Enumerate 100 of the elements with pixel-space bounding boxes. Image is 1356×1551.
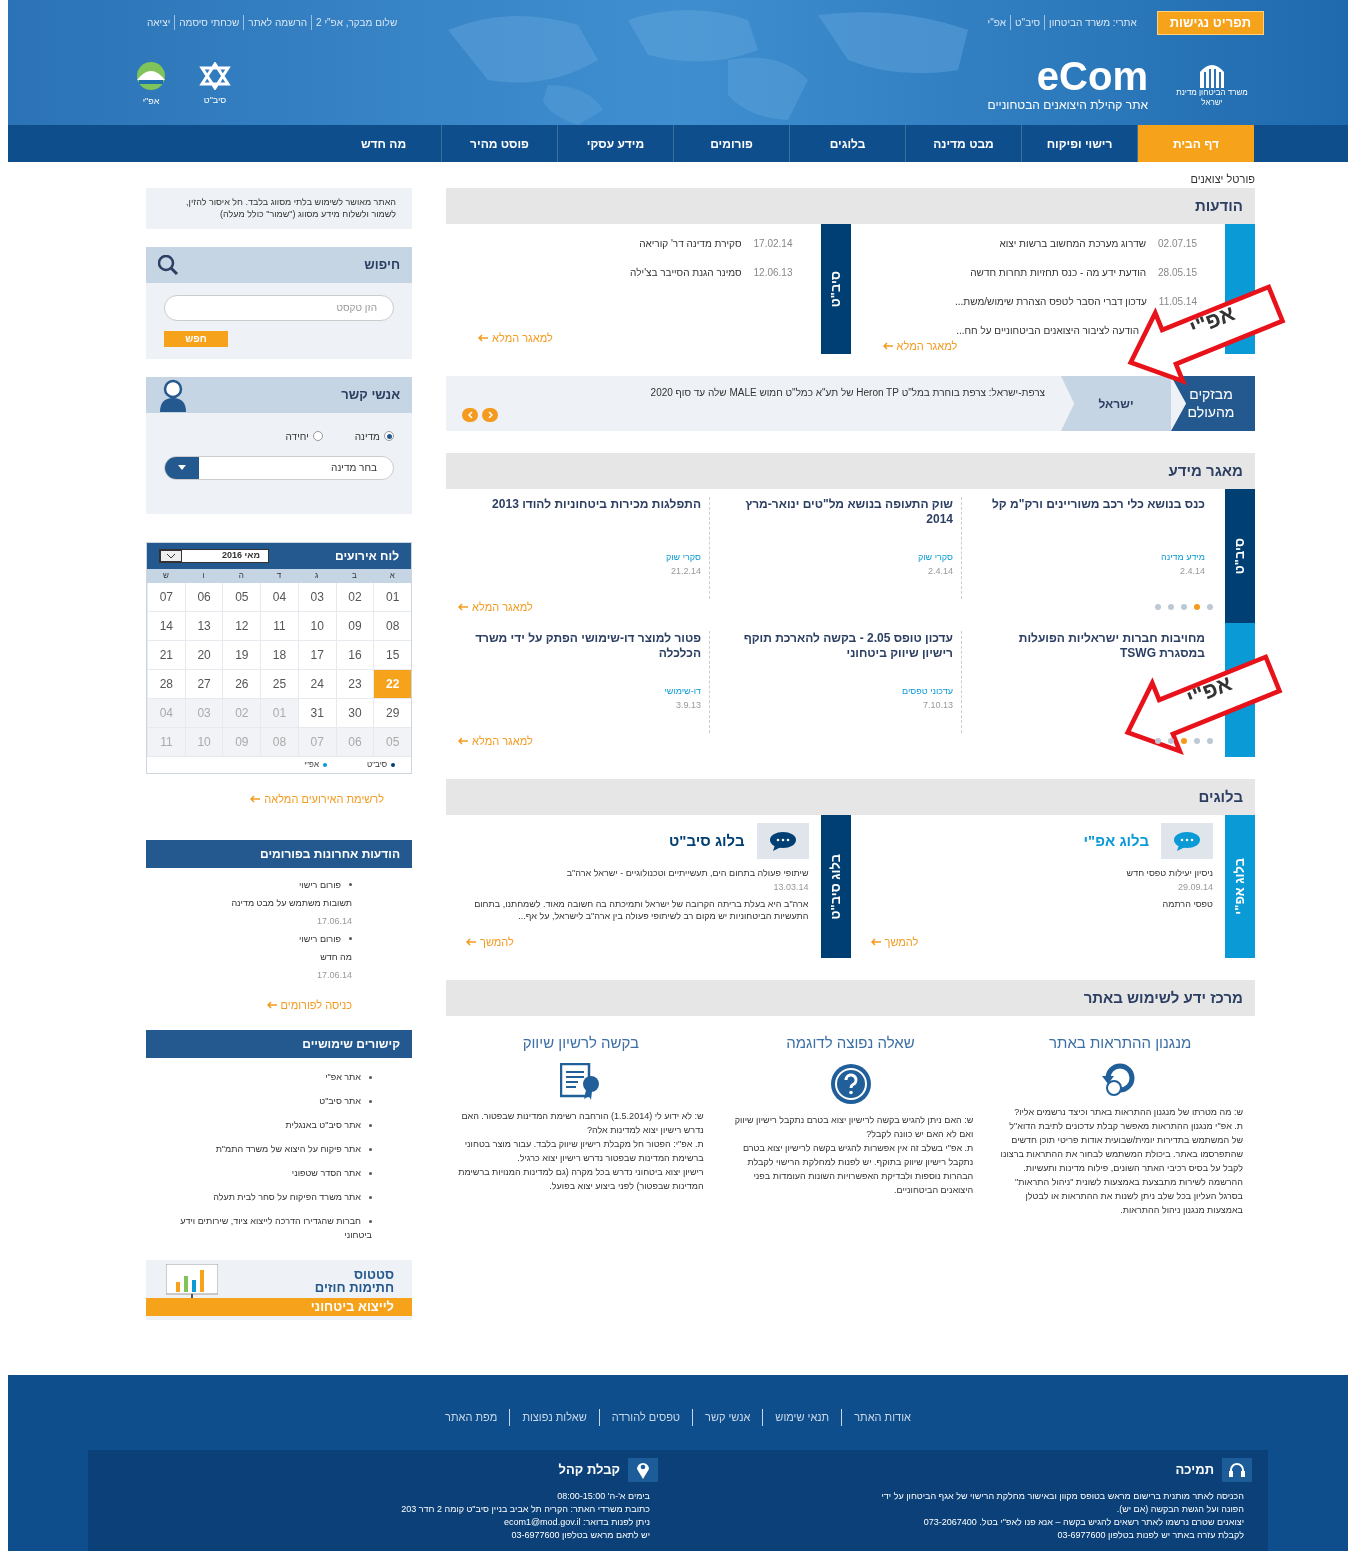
footer-link[interactable]: טפסים להורדה: [599, 1409, 694, 1426]
vertical-tab[interactable]: סיב"ט: [1225, 489, 1255, 623]
article-title[interactable]: מחויבות חברות ישראליות הפועלות במסגרת TSWG: [970, 631, 1205, 661]
user-link[interactable]: שכחתי סיסמה: [175, 15, 245, 30]
useful-link[interactable]: אתר משרד הפיקוח על סחר לבית תעלה: [154, 1189, 372, 1204]
month-select[interactable]: מאי 2016: [159, 548, 269, 563]
weekday-label: א: [388, 569, 396, 582]
site-tagline: אתר קהילת היצואנים הבטחוניים: [987, 97, 1148, 114]
footer-link[interactable]: שאלות נפוצות: [510, 1409, 600, 1426]
calendar-day[interactable]: 07: [147, 582, 185, 612]
partner-logo-link[interactable]: אפ"י: [136, 61, 166, 109]
help-topic-title[interactable]: שאלה נפוצה לדוגמה: [786, 1032, 915, 1055]
chat-bubble-icon: [1173, 831, 1201, 851]
callout-label: אפ"י: [1182, 669, 1237, 713]
banner-text: חתימות חוזים: [314, 1280, 394, 1294]
useful-link[interactable]: אתר אפ"י: [154, 1069, 372, 1084]
weekday-label: ג: [314, 569, 320, 582]
calendar-day[interactable]: 25: [260, 669, 298, 699]
help-text: ת. אפ"י מנגנון ההתראות מאפשר קבלת עדכונים לתיבת הדוא"ל של המשתמש בתדירות יומית/שבועית אודות פריטי תוכן חדשים שהתפרסמו באתר. ביכולת המשתמש לבחור את ההתראות ברצונו לקבל על בסיס רכיבי האתר השונים, פילוח מדינות ותעשיות. ההרשמה לשירות מתבצעת באמצעות לשונית "ניהול התראות" בסרגל העליון בכל שלב ניתן לשנות את ההתראות או לבטלן באמצעות מנגנון ניהול ההתראות.: [999, 1119, 1243, 1217]
announcement-link[interactable]: סמינר הגנת הסייבר בצ'ילה: [630, 265, 742, 280]
calendar-day[interactable]: 18: [260, 640, 298, 670]
nav-tab[interactable]: בלוגים: [790, 125, 906, 162]
forum-post-link[interactable]: מה חדש: [320, 947, 352, 966]
forum-link[interactable]: פורום רישוי: [299, 875, 341, 894]
next-button[interactable]: [482, 408, 498, 422]
calendar-day[interactable]: 28: [147, 669, 185, 699]
nav-tab[interactable]: מידע עסקי: [558, 125, 674, 162]
blog-post-date: 29.09.14: [1176, 880, 1213, 894]
calendar-day[interactable]: 19: [222, 640, 261, 670]
useful-link[interactable]: חברות שהגדירו הדרכה לייצוא ציוד, שירותים וידע ביטחוני: [154, 1213, 372, 1242]
nav-tab[interactable]: רישוי ופיקוח: [1022, 125, 1138, 162]
footer-box-title: קבלת קהל: [558, 1460, 620, 1479]
article-date: 7.10.13: [922, 698, 953, 712]
radio-button[interactable]: [384, 431, 394, 442]
site-logo[interactable]: eCom: [1036, 56, 1148, 96]
vertical-tab[interactable]: בלוג סיב"ט: [820, 815, 851, 958]
site-link[interactable]: אפ"י: [983, 15, 1012, 30]
calendar-day[interactable]: 21: [147, 640, 185, 670]
article-title[interactable]: התפלגות מכירות ביטחוניות להודו 2013: [492, 497, 701, 512]
nav-tab[interactable]: מה חדש: [326, 125, 442, 162]
announcement-link[interactable]: הודעה לציבור היצואנים הביטחוניים על חח...: [956, 323, 1139, 338]
calendar-day[interactable]: 26: [222, 669, 261, 699]
radio-button[interactable]: [312, 431, 323, 442]
nav-tab[interactable]: פורומים: [674, 125, 790, 162]
radio-label[interactable]: יחידה: [285, 428, 309, 444]
article-title[interactable]: פטור למוצר דו-שימושי הפתק על ידי משרד הכלכלה: [466, 631, 701, 661]
radio-label[interactable]: מדינה: [354, 428, 380, 444]
site-link[interactable]: אתרי: משרד הביטחון: [1045, 15, 1141, 30]
nav-tab[interactable]: מבט מדינה: [906, 125, 1022, 162]
section-title: הודעות: [1195, 195, 1243, 216]
presentation-chart-icon: [166, 1263, 218, 1298]
breadcrumb[interactable]: פורטל יצואנים: [1190, 170, 1255, 188]
calendar-day[interactable]: 11: [260, 611, 298, 641]
site-link[interactable]: סיב"ט: [1011, 15, 1046, 30]
search-field[interactable]: הזן טקסט: [164, 294, 394, 321]
weekday-label: ו: [201, 569, 206, 582]
forum-post-link[interactable]: תשובות משתמש על מבט מדינה: [231, 893, 352, 912]
article-title[interactable]: כנס בנושא כלי רכב משוריינים ורק"מ קל: [992, 497, 1205, 512]
calendar-day[interactable]: 29: [373, 698, 411, 728]
calendar-day[interactable]: 12: [222, 611, 261, 641]
user-link[interactable]: יציאה: [143, 15, 176, 30]
panel-title: אנשי קשר: [341, 386, 400, 404]
calendar-day[interactable]: 08: [373, 611, 411, 641]
footer-link[interactable]: מפת האתר: [433, 1409, 511, 1426]
announcement-link[interactable]: סקירת מדינה דר' קוריאה: [639, 236, 742, 251]
footer-link[interactable]: תנאי שימוש: [763, 1409, 843, 1426]
footer-link[interactable]: אודות האתר: [842, 1409, 923, 1426]
weekday-label: ד: [275, 569, 283, 582]
calendar-day[interactable]: 05: [222, 582, 261, 612]
blog-excerpt: ארה"ב היא בעלת בריתה הקרובה של ישראל ותמיכתה בה חשובה מאוד. לשמחתנו, בתחום התעשיות הביטחוניות יש מקום רב לשיתופי פעולה בין ארה"ב לישראל, על אף...: [473, 898, 809, 923]
calendar-day[interactable]: 04: [260, 582, 298, 612]
footer-text: בימים א'-ה' 08:00-15:00: [556, 1489, 650, 1503]
useful-link[interactable]: אתר סיב"ט באנגלית: [154, 1117, 372, 1132]
blog-title[interactable]: בלוג סיב"ט: [669, 829, 745, 853]
partner-logo-link[interactable]: סיב"ט: [198, 62, 232, 108]
ticker-badge: מבזקים מהעולם: [1171, 376, 1255, 431]
calendar-day[interactable]: 15: [373, 640, 411, 670]
blog-post-title: ניסיון יעילות טפסי חדש: [1125, 867, 1213, 880]
calendar-day[interactable]: 01: [373, 582, 411, 612]
announcement-link[interactable]: עדכון דברי הסבר לטפס הצהרת שימוש/משת...: [955, 294, 1147, 309]
contracts-status-banner[interactable]: סטטוס חתימות חוזים לייצוא ביטחוני: [146, 1259, 412, 1320]
useful-link[interactable]: אתר הסדר שטפוני: [154, 1165, 372, 1180]
user-link[interactable]: הרשמה לאתר: [244, 15, 313, 30]
announcement-link[interactable]: שדרוג מערכת המחשוב ברשות יצוא: [999, 236, 1147, 251]
forum-link[interactable]: פורום רישוי: [299, 929, 341, 948]
country-select[interactable]: בחר מדינה: [164, 455, 394, 480]
help-topic-title[interactable]: מנגנון ההתראות באתר: [1049, 1032, 1192, 1055]
dome-logo-icon: [136, 61, 166, 92]
vertical-tab[interactable]: סיב"ט: [820, 224, 851, 354]
article-title[interactable]: שוק התעופה בנושא מל"טים ינואר-מרץ 2014: [718, 497, 953, 527]
help-topic-title[interactable]: בקשה לרשיון שיווק: [522, 1032, 640, 1055]
person-icon: [158, 377, 188, 412]
article-title[interactable]: עדכון טופס 2.05 - בקשה להארכת תוקף רישיון שיווק ביטחוני: [718, 631, 953, 661]
calendar-day[interactable]: 14: [147, 611, 185, 641]
footer-link[interactable]: אנשי קשר: [693, 1409, 764, 1426]
useful-link[interactable]: אתר פיקוח על היצוא של משרד התמ"ת: [154, 1141, 372, 1156]
useful-link[interactable]: אתר סיב"ט: [154, 1093, 372, 1108]
announcement-link[interactable]: הודעת ידע מה - כנס תחזיות תחרות חדשה: [970, 265, 1147, 280]
previous-button[interactable]: [462, 408, 478, 422]
nav-tab[interactable]: פוסט מהיר: [442, 125, 558, 162]
